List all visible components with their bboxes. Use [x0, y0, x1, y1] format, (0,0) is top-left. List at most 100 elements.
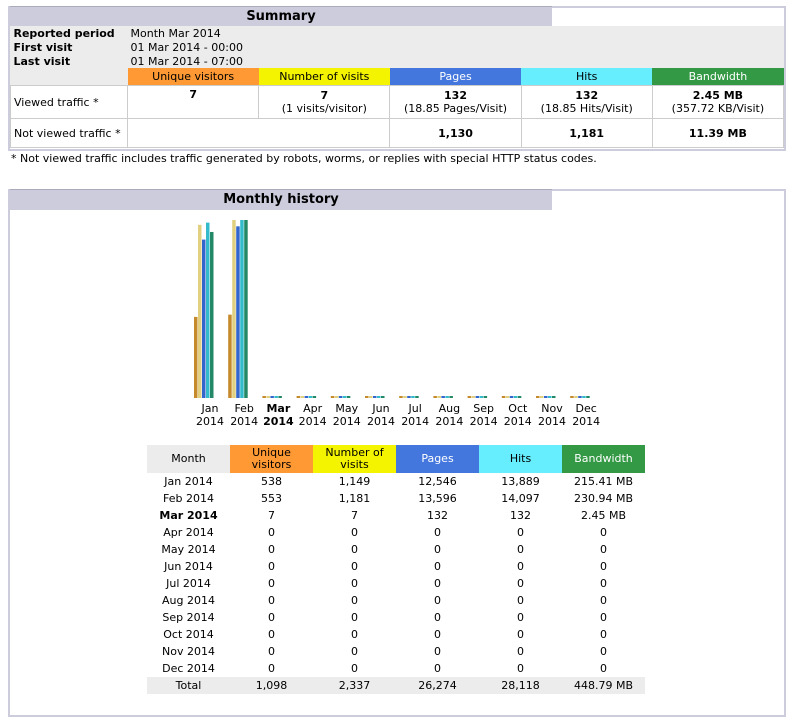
- col-number-of-visits: Number of visits: [313, 445, 396, 473]
- not-viewed-empty: [127, 118, 391, 148]
- chart-month-name: Aug: [438, 402, 461, 415]
- bar-bandwidth_mb-9: [517, 396, 522, 398]
- chart-month-name: Sep: [473, 402, 494, 415]
- monthly-history-title: Monthly history: [10, 189, 552, 210]
- cell-unique-visitors: 0: [268, 594, 275, 607]
- bar-visits-10: [540, 396, 544, 398]
- chart-month-year: 2014: [263, 415, 294, 428]
- chart-month-label: Aug 2014: [432, 402, 466, 428]
- bar-bandwidth_mb-8: [483, 396, 488, 398]
- table-row: Jul 2014 0 0 0 0 0: [147, 575, 645, 592]
- bar-pages-9: [509, 396, 514, 398]
- not-viewed-traffic-row: Not viewed traffic * 1,130 1,181 11.39 M…: [9, 118, 785, 148]
- chart-month-year: 2014: [332, 415, 361, 428]
- cell-hits: 0: [517, 594, 524, 607]
- cell-pages: 13,596: [418, 492, 457, 505]
- not-viewed-hits: 1,181: [569, 126, 605, 140]
- bar-bandwidth_mb-7: [449, 396, 453, 398]
- table-row: Oct 2014 0 0 0 0 0: [147, 626, 645, 643]
- total-row: Total 1,098 2,337 26,274 28,118 448.79 M…: [147, 677, 645, 694]
- table-row: Feb 2014 553 1,181 13,596 14,097 230.94 MB: [147, 490, 645, 507]
- cell-pages: 0: [434, 611, 441, 624]
- header-number-of-visits: Number of visits: [258, 68, 390, 86]
- cell-hits: 0: [517, 628, 524, 641]
- header-pages: Pages: [389, 68, 522, 86]
- cell-number-of-visits: 0: [351, 611, 358, 624]
- cell-number-of-visits: 1,181: [338, 492, 371, 505]
- header-spacer: [11, 68, 128, 86]
- bar-hits-1: [240, 220, 244, 398]
- chart-month-name: Apr: [303, 402, 323, 415]
- reported-period-value: Month Mar 2014: [130, 26, 221, 40]
- bar-unique-8: [467, 396, 472, 398]
- col-month: Month: [147, 445, 230, 473]
- summary-table: Reported period Month Mar 2014 First vis…: [9, 26, 785, 148]
- chart-month-name: Mar: [266, 402, 291, 415]
- bar-hits-4: [342, 396, 347, 398]
- bar-bandwidth_mb-11: [586, 396, 590, 398]
- bar-visits-11: [574, 396, 578, 398]
- bar-hits-8: [479, 396, 484, 398]
- chart-month-name: Oct: [508, 402, 528, 415]
- bar-unique-4: [330, 396, 335, 398]
- chart-month-label: Dec 2014: [569, 402, 603, 428]
- bar-unique-9: [501, 396, 506, 398]
- bar-unique-11: [570, 396, 574, 398]
- bar-bandwidth_mb-3: [312, 396, 317, 398]
- cell-month: Aug 2014: [162, 594, 215, 607]
- cell-month: Oct 2014: [163, 628, 214, 641]
- not-viewed-pages-cell: 1,130: [389, 118, 522, 148]
- table-row: Jun 2014 0 0 0 0 0: [147, 558, 645, 575]
- chart-month-year: 2014: [401, 415, 430, 428]
- table-row: Sep 2014 0 0 0 0 0: [147, 609, 645, 626]
- cell-number-of-visits: 0: [351, 645, 358, 658]
- cell-number-of-visits: 0: [351, 594, 358, 607]
- bar-pages-0: [202, 239, 206, 398]
- chart-month-name: Jul: [408, 402, 422, 415]
- bar-hits-0: [206, 222, 210, 398]
- bar-hits-11: [582, 396, 586, 398]
- cell-bandwidth: 0: [600, 628, 607, 641]
- cell-pages: 0: [434, 577, 441, 590]
- bar-pages-5: [373, 396, 377, 398]
- chart-month-label: Apr 2014: [296, 402, 330, 428]
- table-row: Aug 2014 0 0 0 0 0: [147, 592, 645, 609]
- chart-month-label: Jan 2014: [193, 402, 227, 428]
- cell-month: Dec 2014: [162, 662, 215, 675]
- col-hits: Hits: [479, 445, 562, 473]
- cell-pages: 0: [434, 628, 441, 641]
- cell-pages: 0: [434, 594, 441, 607]
- cell-unique-visitors: 0: [268, 645, 275, 658]
- bar-hits-10: [548, 396, 552, 398]
- total-hits: 28,118: [479, 677, 562, 694]
- chart-month-year: 2014: [435, 415, 464, 428]
- chart-month-label: Feb 2014: [227, 402, 261, 428]
- bar-visits-5: [369, 396, 373, 398]
- reported-period-label: Reported period: [13, 26, 115, 40]
- not-viewed-bandwidth-cell: 11.39 MB: [651, 118, 785, 148]
- monthly-history-table: Month Unique visitors Number of visits P…: [147, 445, 645, 694]
- cell-bandwidth: 0: [600, 543, 607, 556]
- bar-visits-2: [266, 396, 270, 398]
- total-label: Total: [147, 677, 230, 694]
- cell-pages: 0: [434, 560, 441, 573]
- monthly-history-chart: [194, 220, 590, 398]
- viewed-pages-sub: (18.85 Pages/Visit): [403, 102, 508, 115]
- header-unique-visitors: Unique visitors: [127, 68, 259, 86]
- bar-hits-7: [445, 396, 449, 398]
- viewed-pages: 132: [444, 89, 467, 102]
- not-viewed-note: * Not viewed traffic includes traffic ge…: [11, 152, 597, 165]
- cell-bandwidth: 230.94 MB: [573, 492, 634, 505]
- total-bandwidth: 448.79 MB: [562, 677, 645, 694]
- header-bandwidth: Bandwidth: [652, 68, 784, 86]
- viewed-bandwidth: 2.45 MB: [692, 89, 744, 102]
- bar-visits-9: [505, 396, 510, 398]
- not-viewed-traffic-label: Not viewed traffic *: [9, 118, 129, 148]
- cell-hits: 0: [517, 560, 524, 573]
- cell-unique-visitors: 7: [268, 509, 275, 522]
- bar-hits-5: [377, 396, 381, 398]
- last-visit-value: 01 Mar 2014 - 07:00: [130, 54, 243, 68]
- viewed-hits: 132: [575, 89, 599, 102]
- viewed-unique-cell: 7: [127, 85, 260, 119]
- cell-month: Jun 2014: [164, 560, 213, 573]
